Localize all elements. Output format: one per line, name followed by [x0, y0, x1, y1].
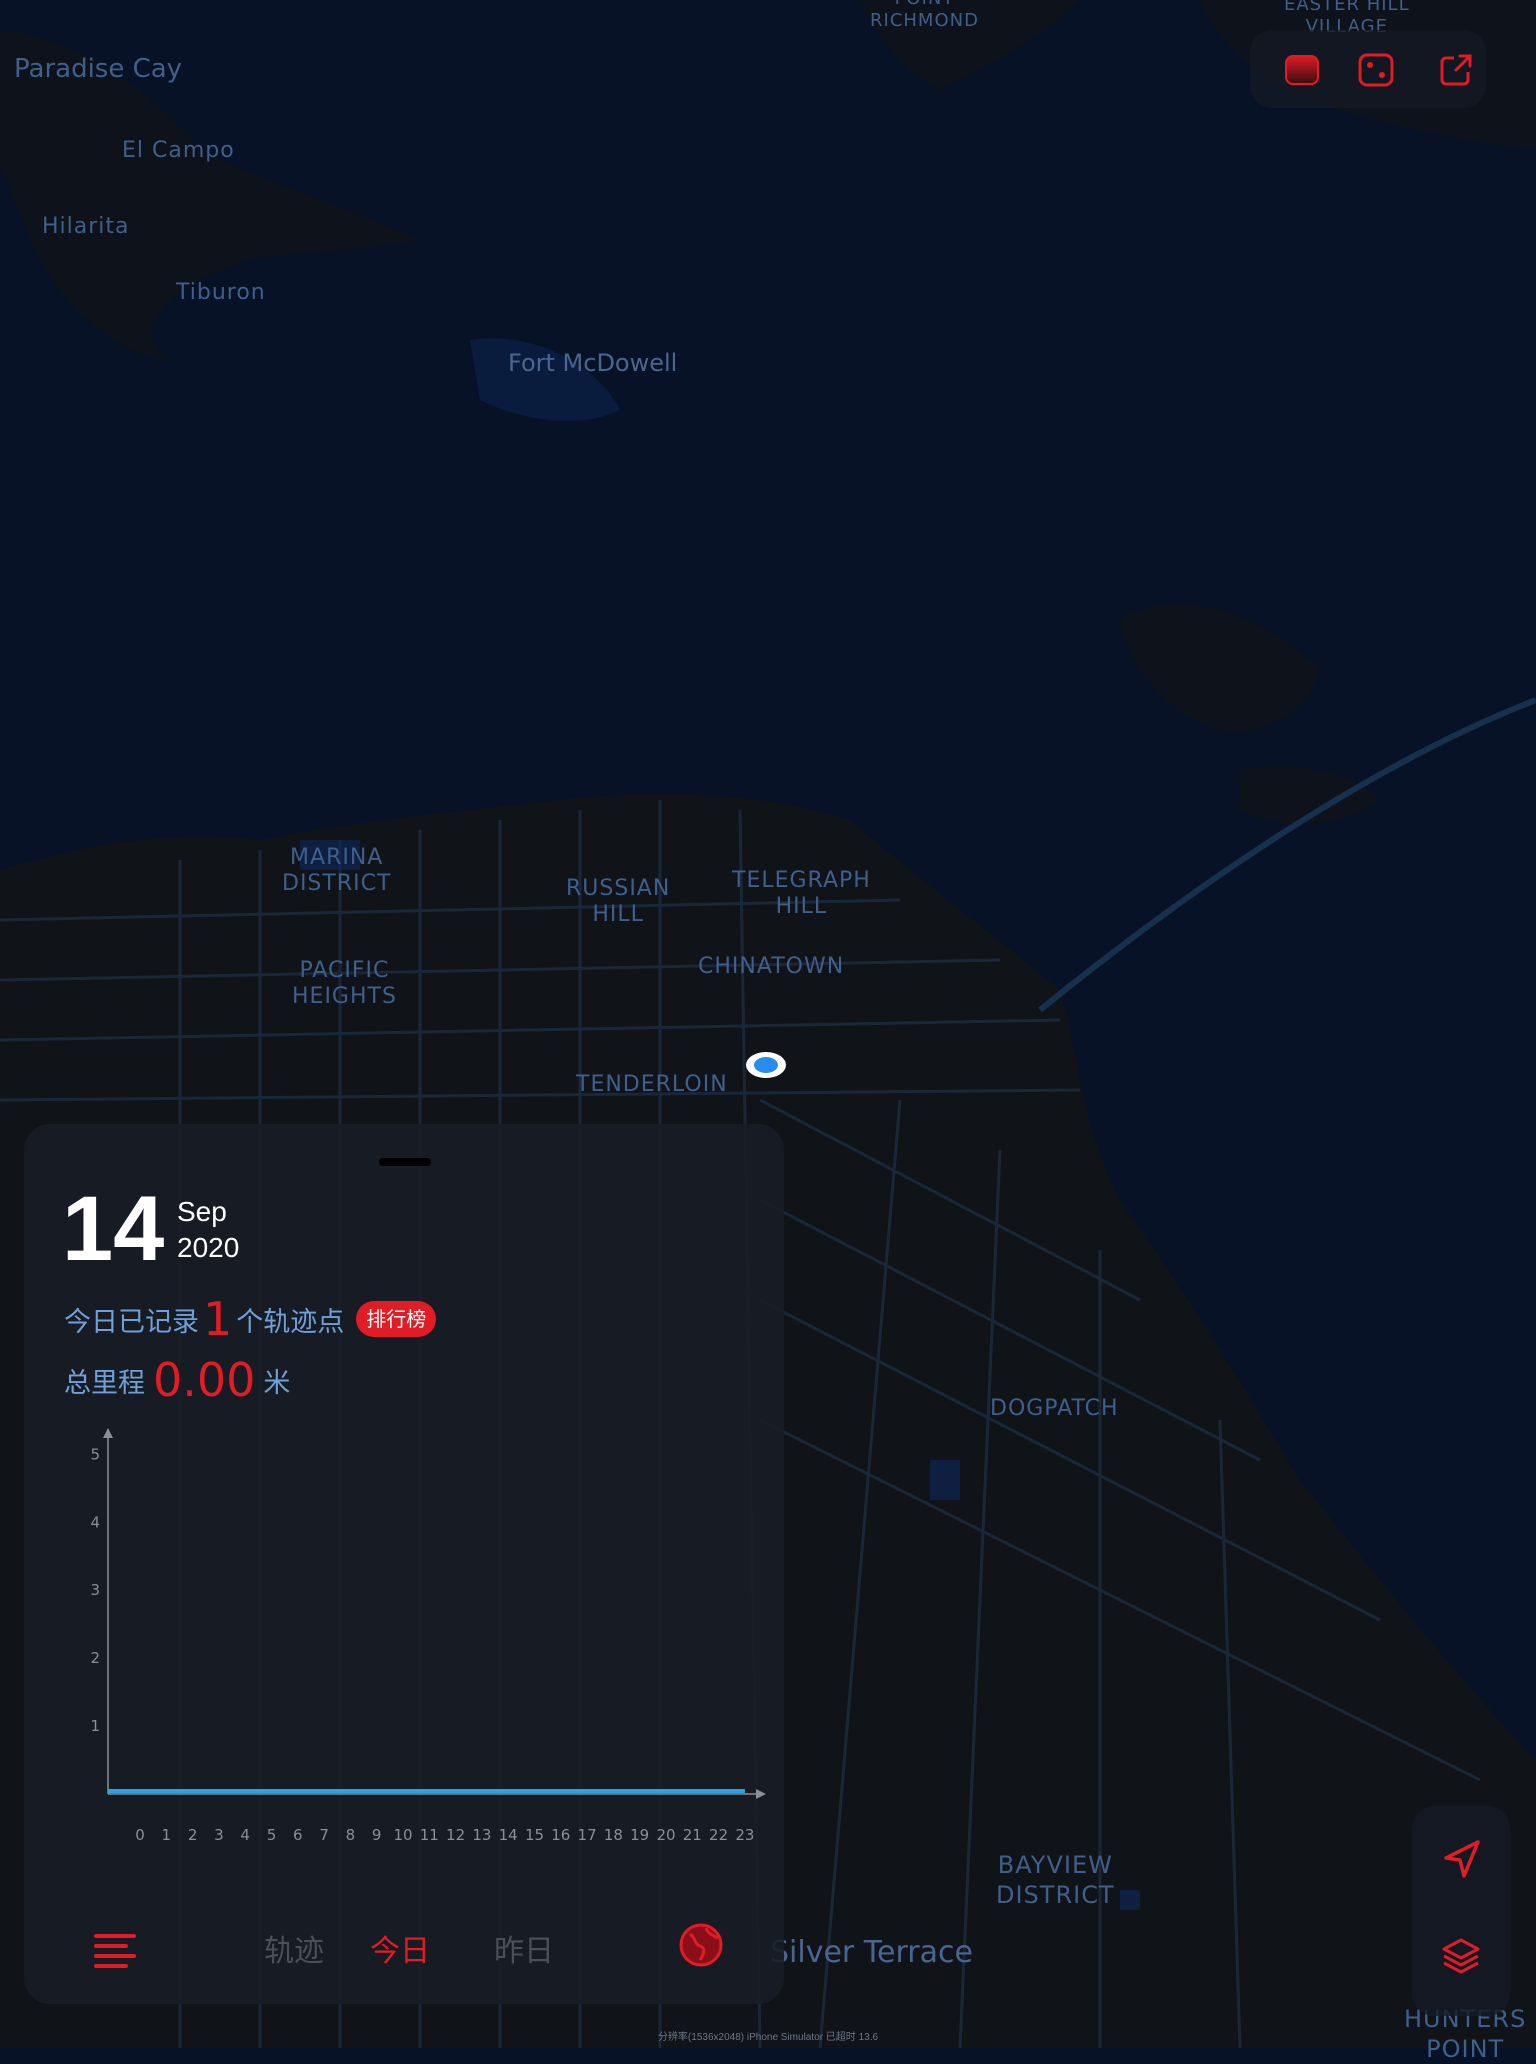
x-tick-label: 1 [162, 1826, 172, 1844]
share-button[interactable] [1436, 50, 1476, 90]
globe-icon [679, 1923, 723, 1967]
y-tick-label: 5 [90, 1445, 100, 1463]
date-year: 2020 [177, 1232, 240, 1263]
top-toolbar [1250, 30, 1486, 108]
x-tick-label: 15 [525, 1826, 544, 1844]
date-month: Sep [177, 1196, 227, 1227]
map-label-bayview: BAYVIEW DISTRICT [996, 1851, 1115, 1909]
map-label-russian-hill: RUSSIAN HILL [566, 876, 671, 927]
sheet-drag-handle[interactable] [379, 1158, 431, 1166]
layers-icon [1442, 1938, 1480, 1974]
simulator-footer: 分辨率(1536x2048) iPhone Simulator 已超时 13.6 [657, 2032, 879, 2043]
map-label-tiburon: Tiburon [176, 280, 266, 305]
x-tick-label: 9 [372, 1826, 382, 1844]
x-tick-label: 0 [135, 1826, 145, 1844]
map-label-telegraph-hill: TELEGRAPH HILL [732, 868, 871, 919]
x-tick-label: 3 [214, 1826, 224, 1844]
y-tick-label: 4 [90, 1513, 100, 1531]
x-tick-label: 17 [578, 1826, 597, 1844]
x-tick-label: 18 [604, 1826, 623, 1844]
track-point-count: 1 [203, 1292, 233, 1346]
current-location-marker[interactable] [746, 1052, 786, 1078]
distance-unit: 米 [263, 1367, 291, 1399]
x-tick-label: 2 [188, 1826, 198, 1844]
layers-button[interactable] [1438, 1932, 1484, 1978]
map-label-dogpatch: DOGPATCH [990, 1396, 1119, 1421]
x-tick-label: 12 [446, 1826, 465, 1844]
x-tick-label: 13 [472, 1826, 491, 1844]
x-tick-label: 16 [551, 1826, 570, 1844]
locate-button[interactable] [1438, 1836, 1484, 1882]
bottom-tab-bar: 轨迹 今日 昨日 [24, 1914, 784, 1984]
recorded-prefix: 今日已记录 [64, 1306, 199, 1338]
map-label-tenderloin: TENDERLOIN [576, 1072, 728, 1097]
tab-today[interactable]: 今日 [370, 1926, 430, 1970]
gradient-square-icon [1285, 55, 1319, 85]
x-tick-label: 14 [499, 1826, 518, 1844]
x-tick-label: 22 [709, 1826, 728, 1844]
map-label-point-richmond: POINT RICHMOND [870, 0, 979, 31]
x-tick-label: 20 [656, 1826, 675, 1844]
external-link-icon [1440, 54, 1472, 86]
map-label-hilarita: Hilarita [42, 214, 130, 239]
map-label-paradise-cay: Paradise Cay [14, 54, 183, 84]
stats-bottom-sheet[interactable]: 14 Sep 2020 今日已记录 1 个轨迹点 排行榜 总里程 0.00 米 … [24, 1124, 784, 2004]
x-axis-arrow [756, 1789, 766, 1799]
map-label-silver-terrace: Silver Terrace [770, 1935, 973, 1970]
dice-icon [1358, 53, 1394, 87]
map-label-chinatown: CHINATOWN [698, 954, 845, 979]
menu-button[interactable] [90, 1924, 140, 1974]
map-controls-panel [1412, 1806, 1510, 2016]
track-point-summary: 今日已记录 1 个轨迹点 排行榜 [64, 1292, 437, 1346]
x-tick-label: 6 [293, 1826, 303, 1844]
ranking-button[interactable]: 排行榜 [356, 1301, 437, 1337]
y-tick-label: 2 [90, 1649, 100, 1667]
map-label-fort-mcdowell: Fort McDowell [508, 349, 678, 377]
y-axis-arrow [103, 1428, 113, 1438]
tab-yesterday[interactable]: 昨日 [494, 1926, 554, 1970]
y-tick-label: 3 [90, 1581, 100, 1599]
y-tick-label: 1 [90, 1717, 100, 1735]
x-tick-label: 23 [735, 1826, 754, 1844]
globe-button[interactable] [676, 1920, 726, 1970]
date-day: 14 [62, 1178, 165, 1280]
distance-label: 总里程 [64, 1367, 145, 1399]
theme-toggle-button[interactable] [1282, 50, 1322, 90]
map-label-marina: MARINA DISTRICT [282, 845, 392, 896]
x-tick-label: 11 [420, 1826, 439, 1844]
dice-button[interactable] [1356, 50, 1396, 90]
x-tick-label: 7 [319, 1826, 329, 1844]
hourly-track-chart: 123450 1 2 3 4 5 6 7 8 9 10 11 12 13 14 15 16 17 18 19 20 21 2… [90, 1428, 766, 1844]
x-tick-label: 19 [630, 1826, 649, 1844]
distance-value: 0.00 [153, 1353, 256, 1407]
recorded-suffix: 个轨迹点 [236, 1306, 345, 1338]
menu-list-icon [94, 1934, 136, 1968]
x-tick-label: 21 [683, 1826, 702, 1844]
map-label-pacific-heights: PACIFIC HEIGHTS [292, 958, 397, 1009]
x-tick-label: 8 [346, 1826, 356, 1844]
x-tick-label: 5 [267, 1826, 277, 1844]
distance-summary: 总里程 0.00 米 [64, 1352, 290, 1408]
x-tick-label: 10 [393, 1826, 412, 1844]
tab-track[interactable]: 轨迹 [264, 1926, 324, 1970]
map-label-el-campo: El Campo [122, 138, 235, 163]
x-tick-label: 4 [240, 1826, 250, 1844]
navigation-arrow-icon [1444, 1840, 1480, 1878]
